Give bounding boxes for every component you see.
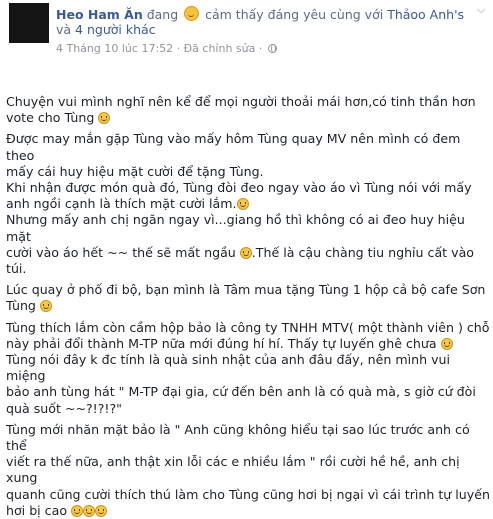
edited-link[interactable]: Đã chỉnh sửa bbox=[184, 42, 256, 55]
post-paragraph: Nhưng mấy anh chị ngăn ngay vì...giang h… bbox=[6, 212, 490, 277]
post-text: Tùng mới nhăn mặt bảo là " Anh cũng khôn… bbox=[6, 421, 490, 518]
post-paragraph: Tùng thích lắm còn cầm hộp bảo là công t… bbox=[6, 320, 490, 352]
others-link[interactable]: 4 người khác bbox=[75, 22, 156, 37]
smiling-face-icon bbox=[184, 6, 200, 21]
post-text: Tùng thích lắm còn cầm hộp bảo là công t… bbox=[6, 319, 490, 351]
post-paragraph: Khi nhận được món quà đó, Tùng đòi đeo n… bbox=[6, 180, 490, 212]
feeling-text: cảm thấy đáng yêu cùng với bbox=[201, 7, 388, 22]
post-title-line: Heo Ham Ăn đang cảm thấy đáng yêu cùng v… bbox=[56, 6, 464, 23]
post-text: Chuyện vui mình nghĩ nên kể để mọi người… bbox=[6, 94, 476, 126]
author-name[interactable]: Heo Ham Ăn bbox=[56, 7, 143, 22]
smile-emoji-icon bbox=[98, 112, 111, 125]
chevron-down-icon[interactable]: ⌵ bbox=[475, 4, 487, 16]
post-text: Lúc quay ở phố đi bộ, bạn mình là Tâm mu… bbox=[6, 282, 486, 314]
avatar[interactable] bbox=[9, 3, 49, 43]
post-paragraph: Lúc quay ở phố đi bộ, bạn mình là Tâm mu… bbox=[6, 282, 490, 314]
post-paragraph: Được may mắn gặp Tùng vào mấy hôm Tùng q… bbox=[6, 131, 490, 180]
tagged-friend-link[interactable]: Thảoo Anh's bbox=[387, 7, 464, 22]
smile-emoji-icon bbox=[440, 337, 453, 350]
post-text: Tùng nói đây k đc tính là quà sinh nhật … bbox=[6, 352, 476, 416]
post-text: Được may mắn gặp Tùng vào mấy hôm Tùng q… bbox=[6, 131, 461, 179]
smile-emoji-icon bbox=[39, 300, 52, 313]
post-body: Chuyện vui mình nghĩ nên kể để mọi người… bbox=[6, 94, 490, 519]
and-text: và bbox=[56, 22, 72, 37]
meta-separator-2: · bbox=[255, 42, 266, 55]
smile-emoji-icon bbox=[95, 504, 108, 517]
smile-emoji-icon bbox=[239, 246, 252, 259]
smile-emoji-icon bbox=[83, 504, 96, 517]
meta-separator: · bbox=[173, 42, 184, 55]
post-title-line-2: và 4 người khác bbox=[56, 22, 156, 38]
post-paragraph: Chuyện vui mình nghĩ nên kể để mọi người… bbox=[6, 94, 490, 126]
post-header: Heo Ham Ăn đang cảm thấy đáng yêu cùng v… bbox=[0, 0, 493, 90]
smile-emoji-icon bbox=[71, 504, 84, 517]
post-meta: 4 Tháng 10 lúc 17:52 · Đã chỉnh sửa · bbox=[56, 42, 277, 56]
post-paragraph: Tùng mới nhăn mặt bảo là " Anh cũng khôn… bbox=[6, 422, 490, 519]
post-paragraph: Tùng nói đây k đc tính là quà sinh nhật … bbox=[6, 352, 490, 417]
status-prefix: đang bbox=[142, 7, 183, 22]
globe-icon[interactable] bbox=[267, 44, 277, 53]
smile-emoji-icon bbox=[236, 198, 249, 211]
facebook-post: Heo Ham Ăn đang cảm thấy đáng yêu cùng v… bbox=[0, 0, 493, 518]
timestamp-link[interactable]: 4 Tháng 10 lúc 17:52 bbox=[56, 42, 173, 55]
